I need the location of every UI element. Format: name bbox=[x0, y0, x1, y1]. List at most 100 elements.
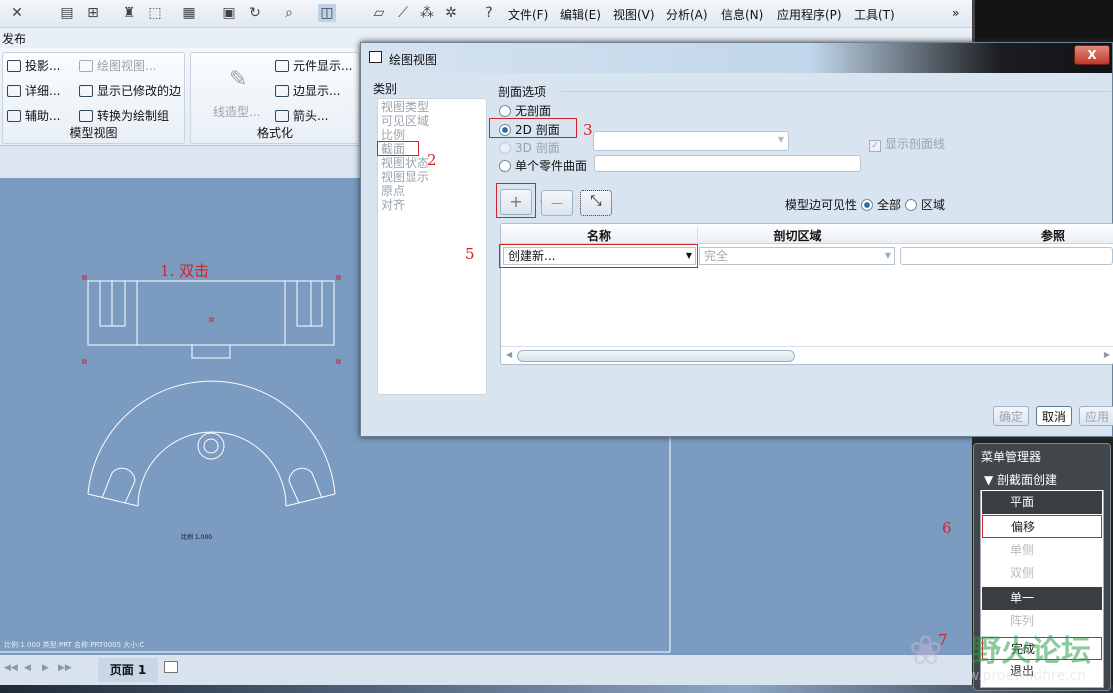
flip-icon: ⤡ bbox=[590, 193, 602, 209]
taskbar-strip bbox=[0, 685, 1113, 693]
convert-to-draw-group-button[interactable]: 转换为绘制组 bbox=[79, 107, 169, 124]
flip-direction-button[interactable]: ⤡ bbox=[580, 190, 612, 216]
category-scale[interactable]: 比例 bbox=[381, 128, 483, 142]
radio-single-part-surface[interactable]: 单个零件曲面 bbox=[499, 157, 587, 174]
menu-applications[interactable]: 应用程序(P) bbox=[777, 6, 842, 23]
radio-icon bbox=[499, 160, 511, 172]
menu-view[interactable]: 视图(V) bbox=[613, 6, 655, 23]
radio-edge-all[interactable]: 全部 bbox=[861, 196, 901, 213]
radio-icon bbox=[499, 142, 511, 154]
category-view-type[interactable]: 视图类型 bbox=[381, 100, 483, 114]
group-label: 模型视图 bbox=[69, 126, 118, 140]
table-header: 名称 剖切区域 参照 bbox=[501, 224, 1113, 244]
category-label: 类别 bbox=[373, 82, 398, 96]
column-name[interactable]: 名称 bbox=[501, 227, 697, 244]
scroll-left-icon[interactable]: ◀ bbox=[506, 350, 512, 359]
menu-tools[interactable]: 工具(T) bbox=[854, 6, 895, 23]
help-icon[interactable]: ? bbox=[480, 4, 498, 22]
line-style-button[interactable]: 线造型... bbox=[213, 103, 260, 120]
menu-analysis[interactable]: 分析(A) bbox=[666, 6, 708, 23]
chevron-down-icon: ▼ bbox=[777, 135, 784, 144]
auxiliary-button[interactable]: 辅助... bbox=[7, 107, 60, 124]
close-button[interactable]: X bbox=[1074, 45, 1110, 65]
model-edge-visibility-label: 模型边可见性 bbox=[785, 198, 858, 212]
radio-no-section[interactable]: 无剖面 bbox=[499, 102, 551, 119]
apply-button[interactable]: 应用 bbox=[1079, 406, 1113, 426]
section-create-header[interactable]: ▼ 剖截面创建 bbox=[980, 470, 1104, 490]
drawing-view-button[interactable]: 绘图视图... bbox=[79, 57, 156, 74]
new-page-icon[interactable] bbox=[164, 661, 178, 673]
layers-icon[interactable]: ▤ bbox=[58, 4, 76, 22]
page-bar: ◀◀ ◀ ▶ ▶▶ 页面 1 bbox=[0, 655, 972, 685]
menu-item-offset[interactable]: 偏移 bbox=[982, 515, 1102, 538]
section-options-label: 剖面选项 bbox=[498, 85, 547, 99]
ok-button[interactable]: 确定 bbox=[993, 406, 1029, 426]
show-hatch-checkbox[interactable]: ✓ 显示剖面线 bbox=[869, 135, 945, 152]
menu-item-both-sides[interactable]: 双侧 bbox=[982, 562, 1102, 585]
binoculars-icon[interactable]: ♜ bbox=[120, 4, 138, 22]
column-reference[interactable]: 参照 bbox=[1041, 227, 1065, 244]
radio-edge-area[interactable]: 区域 bbox=[905, 196, 945, 213]
horizontal-scrollbar[interactable] bbox=[517, 350, 795, 362]
regenerate-icon[interactable]: ▣ bbox=[220, 4, 238, 22]
point-display-icon[interactable]: ⁂ bbox=[418, 4, 436, 22]
detail-button[interactable]: 详细... bbox=[7, 82, 60, 99]
category-origin[interactable]: 原点 bbox=[381, 184, 483, 198]
select-box-icon[interactable]: ⬚ bbox=[146, 4, 164, 22]
background-dark bbox=[972, 0, 1113, 44]
scroll-right-icon[interactable]: ▶ bbox=[1104, 350, 1110, 359]
step-2: 2 bbox=[427, 151, 437, 169]
menu-item-done[interactable]: 完成 bbox=[982, 637, 1102, 660]
menu-manager: 菜单管理器 ▼ 剖截面创建 平面 偏移 单侧 双侧 单一 阵列 完成 退出 bbox=[973, 443, 1111, 691]
cut-area-dropdown[interactable]: 完全 ▼ bbox=[699, 247, 895, 265]
reference-field[interactable] bbox=[900, 247, 1113, 265]
tab-page-1[interactable]: 页面 1 bbox=[98, 658, 158, 682]
menu-file[interactable]: 文件(F) bbox=[508, 6, 548, 23]
menu-item-plane[interactable]: 平面 bbox=[982, 491, 1102, 514]
show-modified-edges-button[interactable]: 显示已修改的边 bbox=[79, 82, 181, 99]
arrow-button[interactable]: 箭头... bbox=[275, 107, 328, 124]
properties-icon[interactable]: ▦ bbox=[180, 4, 198, 22]
group-label: 格式化 bbox=[256, 126, 293, 140]
category-view-display[interactable]: 视图显示 bbox=[381, 170, 483, 184]
dialog-titlebar[interactable]: 绘图视图 X bbox=[361, 43, 1112, 73]
menu-info[interactable]: 信息(N) bbox=[721, 6, 763, 23]
axis-display-icon[interactable]: ⟋ bbox=[394, 4, 412, 22]
projection-icon bbox=[7, 60, 21, 72]
surface-field[interactable] bbox=[594, 155, 861, 172]
redo-icon[interactable]: ↻ bbox=[246, 4, 264, 22]
column-cut-area[interactable]: 剖切区域 bbox=[697, 227, 897, 244]
category-alignment[interactable]: 对齐 bbox=[381, 198, 483, 212]
group-model-views: 投影... 绘图视图... 详细... 显示已修改的边 辅助... 转换为绘制组… bbox=[2, 52, 185, 144]
menu-item-one-side[interactable]: 单侧 bbox=[982, 539, 1102, 562]
last-page-icon[interactable]: ▶▶ bbox=[58, 663, 72, 673]
tree-icon[interactable]: ⊞ bbox=[84, 4, 102, 22]
cancel-button[interactable]: 取消 bbox=[1036, 406, 1072, 426]
prev-page-icon[interactable]: ◀ bbox=[24, 663, 31, 673]
3d-section-dropdown[interactable]: ▼ bbox=[593, 131, 789, 151]
zoom-icon[interactable]: ⌕ bbox=[280, 4, 298, 22]
remove-section-button[interactable]: — bbox=[541, 190, 573, 216]
divider bbox=[561, 91, 1111, 92]
radio-3d-section[interactable]: 3D 剖面 bbox=[499, 139, 560, 156]
menu-item-quit[interactable]: 退出 bbox=[982, 660, 1102, 683]
next-page-icon[interactable]: ▶ bbox=[42, 663, 49, 673]
chevron-down-icon: ▼ bbox=[884, 251, 891, 260]
plane-display-icon[interactable]: ▱ bbox=[370, 4, 388, 22]
category-visible-area[interactable]: 可见区域 bbox=[381, 114, 483, 128]
display-style-icon[interactable]: ◫ bbox=[318, 4, 336, 22]
csys-display-icon[interactable]: ✲ bbox=[442, 4, 460, 22]
projection-button[interactable]: 投影... bbox=[7, 57, 60, 74]
menu-item-pattern[interactable]: 阵列 bbox=[982, 610, 1102, 633]
component-icon bbox=[275, 60, 289, 72]
edge-display-button[interactable]: 边显示... bbox=[275, 82, 340, 99]
highlight-box bbox=[499, 244, 698, 268]
tab-publish[interactable]: 发布 bbox=[2, 30, 26, 47]
step-6: 6 bbox=[942, 519, 952, 537]
menu-more[interactable]: » bbox=[952, 6, 959, 20]
menu-edit[interactable]: 编辑(E) bbox=[560, 6, 601, 23]
component-display-button[interactable]: 元件显示... bbox=[275, 57, 352, 74]
first-page-icon[interactable]: ◀◀ bbox=[4, 663, 18, 673]
menu-item-single[interactable]: 单一 bbox=[982, 587, 1102, 610]
close-icon[interactable]: ✕ bbox=[8, 4, 26, 22]
